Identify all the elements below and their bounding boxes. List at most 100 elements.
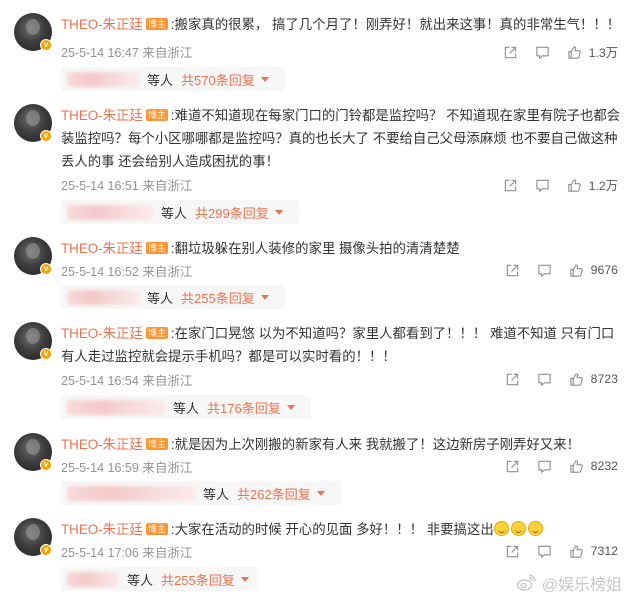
reply-count-link[interactable]: 共299条回复 [195, 203, 269, 222]
blurred-usernames [67, 485, 195, 501]
comment-actions: 7312 [489, 542, 618, 560]
watermark: @娱乐榜姐 [516, 571, 622, 595]
like-count: 7312 [590, 544, 618, 558]
reply-summary[interactable]: 等人 共255条回复 [61, 285, 285, 309]
smile-emoji-icon [510, 521, 526, 536]
reply-summary[interactable]: 等人 共570条回复 [61, 67, 285, 91]
comment-meta: 25-5-14 16:47 来自浙江 [61, 42, 192, 61]
author-name[interactable]: THEO-朱正廷 [61, 522, 143, 537]
comment-icon[interactable] [537, 262, 553, 278]
comment-icon[interactable] [535, 177, 551, 193]
like-button[interactable]: 1.3万 [567, 43, 618, 61]
comment-text: THEO-朱正廷 博主:难道不知道现在每家门口的门铃都是监控吗？ 不知道现在家里有… [61, 104, 621, 173]
weibo-logo-icon [516, 574, 536, 592]
thumbs-up-icon[interactable] [567, 44, 583, 60]
comment-content: :难道不知道现在每家门口的门铃都是监控吗？ 不知道现在家里有院子也都会装监控吗？… [61, 108, 621, 169]
blurred-usernames [67, 399, 165, 415]
author-name[interactable]: THEO-朱正廷 [61, 437, 143, 452]
smile-emoji-icon [527, 521, 543, 536]
comment-text: THEO-朱正廷 博主:就是因为上次刚搬的新家有人来 我就搬了！这边新房子刚弄好又… [61, 433, 621, 456]
comment-actions: 8232 [489, 457, 618, 475]
reply-label: 等人 [127, 572, 154, 588]
reply-count-link[interactable]: 共255条回复 [161, 570, 235, 589]
like-button[interactable]: 8232 [569, 458, 618, 474]
comment-date: 25-5-14 16:59 [61, 461, 139, 475]
comment-content: :就是因为上次刚搬的新家有人来 我就搬了！这边新房子刚弄好又来！ [170, 437, 581, 452]
caret-down-icon[interactable] [240, 576, 249, 582]
reply-summary[interactable]: 等人 共255条回复 [61, 567, 257, 591]
reply-summary[interactable]: 等人 共299条回复 [61, 200, 299, 224]
blurred-usernames [67, 71, 139, 87]
reply-summary[interactable]: 等人 共176条回复 [61, 395, 311, 419]
share-icon[interactable] [505, 543, 521, 559]
blurred-usernames [67, 289, 139, 305]
reply-count-link[interactable]: 共262条回复 [237, 484, 311, 503]
comment-icon[interactable] [537, 371, 553, 387]
comment-text: THEO-朱正廷 博主:在家门口晃悠 以为不知道吗？家里人都看到了！！！ 难道不知… [61, 322, 621, 368]
caret-down-icon[interactable] [316, 490, 325, 496]
comment-text: THEO-朱正廷 博主:搬家真的很累， 搞了几个月了！刚弄好！就出来这事！真的非常… [61, 13, 621, 36]
comment-content: :在家门口晃悠 以为不知道吗？家里人都看到了！！！ 难道不知道 只有门口有人走过… [61, 326, 615, 364]
comment-content: :搬家真的很累， 搞了几个月了！刚弄好！就出来这事！真的非常生气！！！ [170, 17, 621, 32]
thumbs-up-icon[interactable] [569, 371, 585, 387]
share-icon[interactable] [505, 371, 521, 387]
like-button[interactable]: 9676 [569, 262, 618, 278]
author-name[interactable]: THEO-朱正廷 [61, 241, 143, 256]
share-icon[interactable] [503, 177, 519, 193]
thumbs-up-icon[interactable] [567, 177, 583, 193]
comment-meta: 25-5-14 16:59 来自浙江 [61, 457, 192, 476]
author-name[interactable]: THEO-朱正廷 [61, 17, 143, 32]
verified-badge-icon: v [40, 544, 52, 556]
comment-date: 25-5-14 16:52 [61, 265, 139, 279]
comment-actions: 9676 [489, 261, 618, 279]
comment-date: 25-5-14 16:54 [61, 374, 139, 388]
comment-icon[interactable] [537, 543, 553, 559]
blogger-tag: 博主 [145, 242, 168, 254]
like-count: 8723 [590, 372, 618, 386]
verified-badge-icon: v [40, 263, 52, 275]
blurred-usernames [67, 571, 119, 587]
watermark-text: @娱乐榜姐 [541, 577, 622, 594]
thumbs-up-icon[interactable] [569, 543, 585, 559]
caret-down-icon[interactable] [260, 76, 269, 82]
comment-text: THEO-朱正廷 博主:大家在活动的时候 开心的见面 多好！！！ 非要搞这出 [61, 518, 621, 541]
blogger-tag: 博主 [145, 109, 168, 121]
reply-label: 等人 [161, 205, 188, 221]
reply-label: 等人 [147, 72, 174, 88]
reply-count-link[interactable]: 共255条回复 [181, 288, 255, 307]
comment-meta: 25-5-14 16:52 来自浙江 [61, 261, 192, 280]
caret-down-icon[interactable] [286, 404, 295, 410]
reply-summary[interactable]: 等人 共262条回复 [61, 481, 341, 505]
share-icon[interactable] [505, 262, 521, 278]
share-icon[interactable] [505, 458, 521, 474]
comment-content: :翻垃圾躲在别人装修的家里 摄像头拍的清清楚楚 [170, 241, 460, 256]
thumbs-up-icon[interactable] [569, 458, 585, 474]
comment-icon[interactable] [535, 44, 551, 60]
reply-count-link[interactable]: 共570条回复 [181, 70, 255, 89]
author-name[interactable]: THEO-朱正廷 [61, 108, 143, 123]
comment-meta: 25-5-14 17:06 来自浙江 [61, 542, 192, 561]
blogger-tag: 博主 [145, 438, 168, 450]
like-count: 8232 [590, 459, 618, 473]
comment-content: :大家在活动的时候 开心的见面 多好！！！ 非要搞这出 [170, 522, 494, 537]
author-name[interactable]: THEO-朱正廷 [61, 326, 143, 341]
reply-label: 等人 [147, 290, 174, 306]
comment-location: 来自浙江 [142, 461, 193, 475]
caret-down-icon[interactable] [274, 209, 283, 215]
comment-icon[interactable] [537, 458, 553, 474]
like-button[interactable]: 7312 [569, 543, 618, 559]
thumbs-up-icon[interactable] [569, 262, 585, 278]
comment-date: 25-5-14 16:47 [61, 46, 139, 60]
like-button[interactable]: 8723 [569, 371, 618, 387]
reply-count-link[interactable]: 共176条回复 [207, 398, 281, 417]
comment-meta: 25-5-14 16:51 来自浙江 [61, 175, 192, 194]
blogger-tag: 博主 [145, 327, 168, 339]
comment-location: 来自浙江 [142, 179, 193, 193]
like-count: 1.3万 [588, 46, 618, 60]
verified-badge-icon: v [40, 459, 52, 471]
caret-down-icon[interactable] [260, 294, 269, 300]
reply-label: 等人 [173, 400, 200, 416]
blogger-tag: 博主 [145, 18, 168, 30]
share-icon[interactable] [503, 44, 519, 60]
like-button[interactable]: 1.2万 [567, 176, 618, 194]
